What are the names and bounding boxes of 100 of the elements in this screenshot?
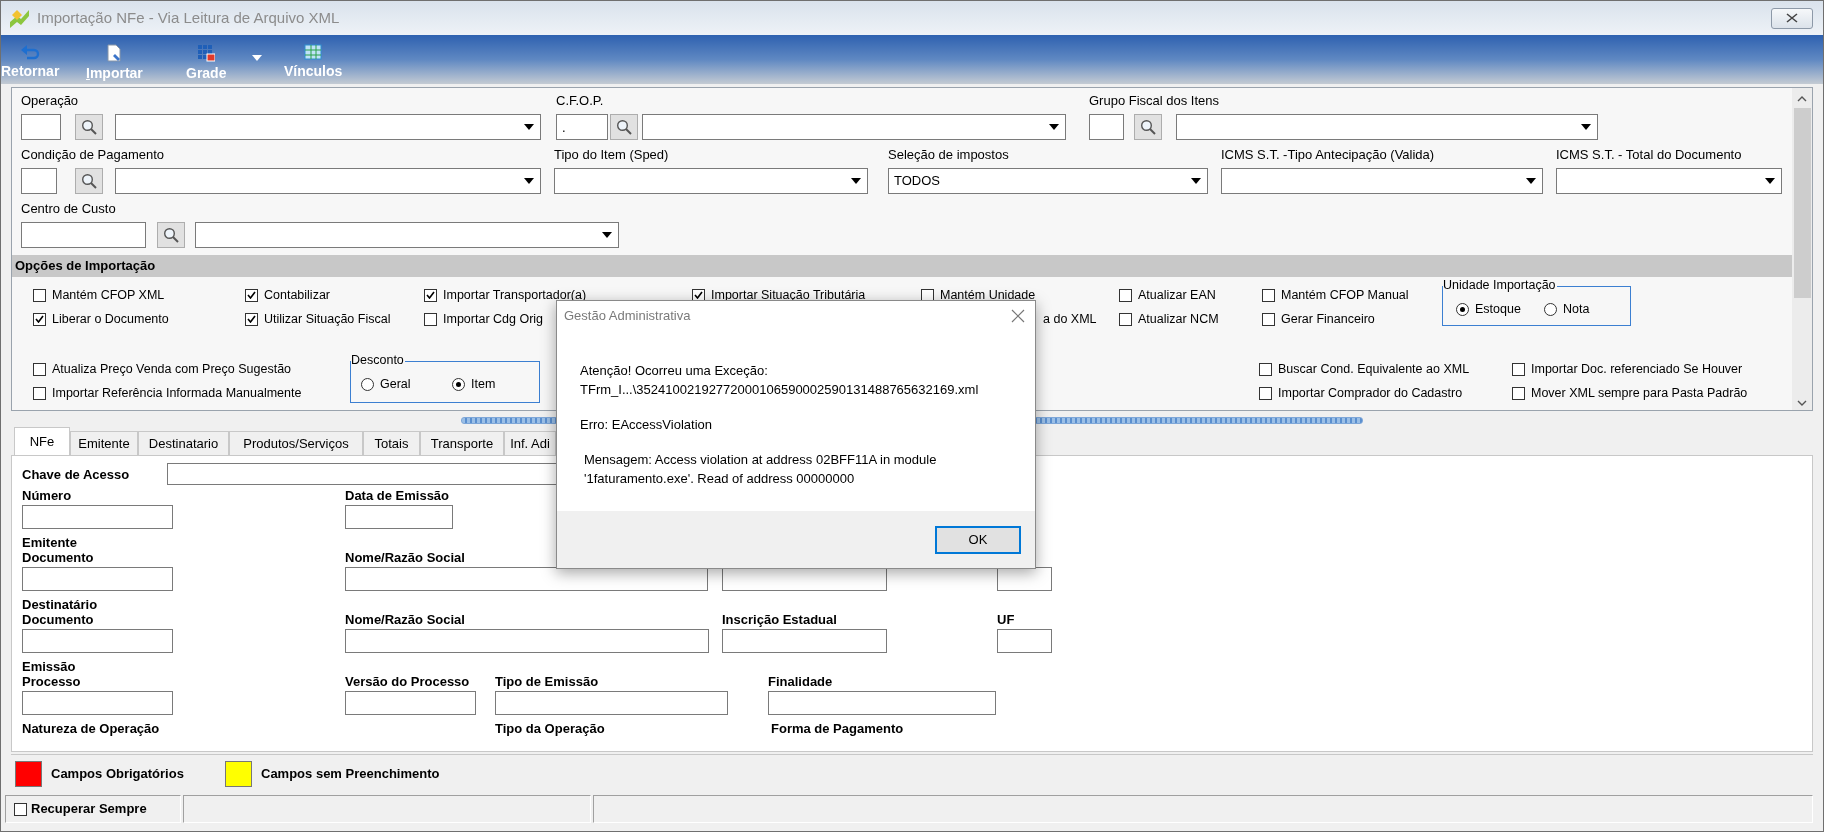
radio-label[interactable]: Nota (1563, 301, 1590, 317)
dropdown[interactable]: TODOS (888, 168, 1208, 194)
field-label: Tipo da Operação (495, 721, 606, 736)
tab[interactable]: Inf. Adi (504, 431, 556, 455)
text-field[interactable] (722, 567, 887, 591)
dropdown[interactable] (1556, 168, 1782, 194)
checkbox[interactable] (1119, 288, 1132, 302)
checkbox[interactable] (33, 386, 46, 400)
checkbox-label[interactable]: Mantém Unidade (940, 287, 1036, 303)
scroll-down-icon[interactable] (1797, 400, 1807, 406)
tab[interactable]: Transporte (420, 431, 504, 455)
radio-button[interactable] (1456, 302, 1469, 316)
checkbox-label[interactable]: Mantém CFOP Manual (1281, 287, 1409, 303)
radio-button[interactable] (452, 377, 465, 391)
checkbox[interactable] (1119, 312, 1132, 326)
dropdown[interactable] (195, 222, 619, 248)
ok-button[interactable]: OK (935, 525, 1021, 554)
checkbox[interactable] (33, 362, 46, 376)
scrollbar[interactable] (1792, 88, 1812, 410)
checkbox-label[interactable]: Importar Cdg Orig (443, 311, 544, 327)
code-field[interactable]: . (556, 114, 608, 140)
code-field[interactable] (21, 114, 61, 140)
text-field[interactable] (22, 567, 173, 591)
close-button[interactable] (1771, 7, 1813, 29)
checkbox-label[interactable]: Atualizar NCM (1138, 311, 1219, 327)
checkbox-label[interactable]: Importar Comprador do Cadastro (1278, 385, 1463, 401)
checkbox[interactable] (424, 288, 437, 302)
close-button[interactable] (1011, 309, 1025, 323)
field-label: Centro de Custo (21, 201, 117, 218)
code-field[interactable] (21, 168, 57, 194)
radio-label[interactable]: Estoque (1475, 301, 1521, 317)
tab[interactable]: Produtos/Serviços (229, 431, 363, 455)
code-field[interactable] (1089, 114, 1124, 140)
checkbox-label[interactable]: Importar Referência Informada Manualmente (52, 385, 302, 401)
scroll-up-icon[interactable] (1797, 96, 1807, 102)
checkbox[interactable] (1512, 362, 1525, 376)
dropdown[interactable] (115, 168, 541, 194)
dropdown[interactable] (1176, 114, 1598, 140)
checkbox[interactable] (245, 312, 258, 326)
text-field[interactable] (345, 691, 476, 715)
checkbox[interactable] (1259, 386, 1272, 400)
undo-icon (20, 44, 41, 60)
text-field[interactable] (22, 505, 173, 529)
code-field[interactable] (21, 222, 146, 248)
close-icon (1786, 13, 1798, 23)
text-field[interactable] (495, 691, 728, 715)
checkbox-label[interactable]: Importar Doc. referenciado Se Houver (1531, 361, 1743, 377)
search-icon (616, 119, 632, 135)
search-button[interactable] (610, 114, 638, 140)
text-field[interactable] (768, 691, 996, 715)
tab[interactable]: Totais (363, 431, 420, 455)
dropdown[interactable] (1221, 168, 1543, 194)
checkbox-label[interactable]: Recuperar Sempre (31, 801, 147, 817)
checkbox[interactable] (1262, 288, 1275, 302)
radio-label[interactable]: Geral (380, 376, 411, 392)
dropdown[interactable] (642, 114, 1066, 140)
checkbox[interactable] (14, 802, 27, 816)
checkbox-label[interactable]: Buscar Cond. Equivalente ao XML (1278, 361, 1470, 377)
checkbox[interactable] (245, 288, 258, 302)
scrollbar-thumb[interactable] (1793, 108, 1811, 298)
checkbox-label[interactable]: a do XML (1043, 311, 1097, 326)
text-field[interactable] (22, 691, 173, 715)
checkbox-label[interactable]: Contabilizar (264, 287, 330, 303)
checkbox-label[interactable]: Importar Transportador(a) (443, 287, 587, 303)
text-field[interactable] (722, 629, 887, 653)
field-label: Chave de Acesso (22, 466, 131, 482)
search-button[interactable] (1134, 114, 1162, 140)
tab[interactable]: NFe (14, 427, 70, 455)
search-button[interactable] (75, 168, 103, 194)
checkbox[interactable] (1262, 312, 1275, 326)
dropdown[interactable] (115, 114, 541, 140)
radio-button[interactable] (361, 377, 374, 391)
text-field[interactable] (22, 629, 173, 653)
tab[interactable]: Emitente (70, 431, 138, 455)
tab[interactable]: Destinatario (138, 431, 229, 455)
caret-icon[interactable] (252, 55, 263, 61)
checkbox[interactable] (33, 288, 46, 302)
checkbox[interactable] (1512, 386, 1525, 400)
radio-button[interactable] (1544, 302, 1557, 316)
text-field[interactable] (345, 629, 709, 653)
text-field[interactable] (997, 629, 1052, 653)
dropdown[interactable] (554, 168, 868, 194)
checkbox-label[interactable]: Gerar Financeiro (1281, 311, 1375, 327)
radio-label[interactable]: Item (471, 376, 496, 392)
checkbox-label[interactable]: Mantém CFOP XML (52, 287, 165, 303)
checkbox-label[interactable]: Atualiza Preço Venda com Preço Sugestão (52, 361, 292, 377)
text-field[interactable] (345, 567, 708, 591)
checkbox[interactable] (33, 312, 46, 326)
search-button[interactable] (75, 114, 103, 140)
checkbox[interactable] (424, 312, 437, 326)
checkbox-label[interactable]: Mover XML sempre para Pasta Padrão (1531, 385, 1748, 401)
checkbox-label[interactable]: Importar Situação Tributária (711, 287, 866, 303)
checkbox-label[interactable]: Atualizar EAN (1138, 287, 1216, 303)
search-button[interactable] (157, 222, 185, 248)
checkbox-label[interactable]: Utilizar Situação Fiscal (264, 311, 391, 327)
text-field[interactable] (345, 505, 453, 529)
checkbox-label[interactable]: Liberar o Documento (52, 311, 169, 327)
checkbox[interactable] (1259, 362, 1272, 376)
text-field[interactable] (997, 567, 1052, 591)
dialog-title: Gestão Administrativa (564, 308, 691, 324)
